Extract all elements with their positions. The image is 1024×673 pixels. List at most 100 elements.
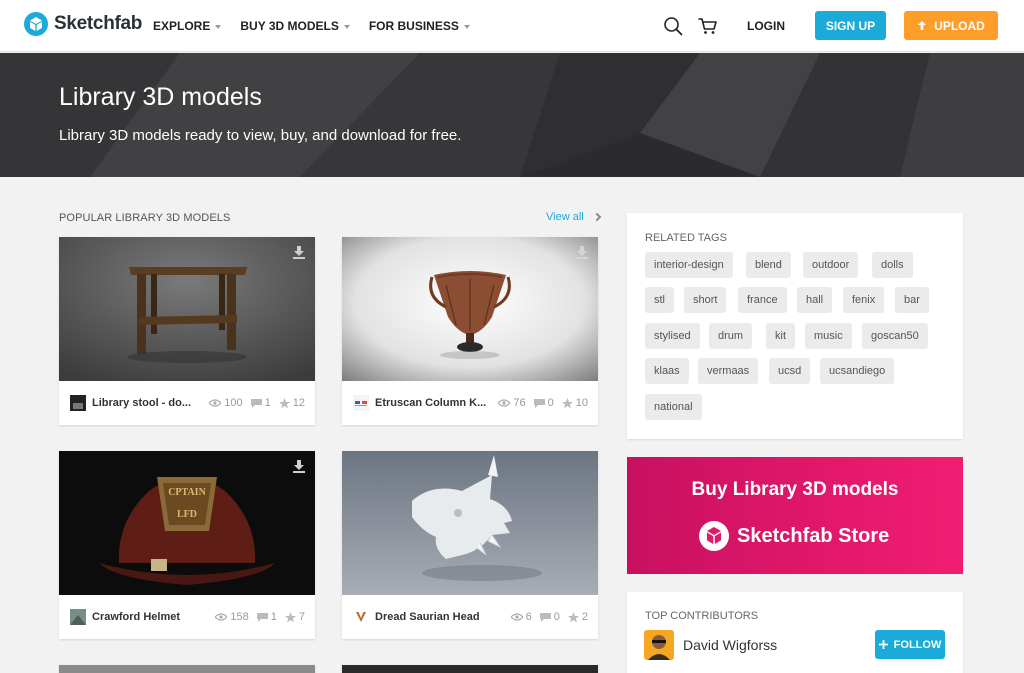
search-icon[interactable]	[662, 15, 684, 37]
author-avatar[interactable]	[353, 609, 369, 625]
store-brand-text: Sketchfab Store	[737, 524, 890, 547]
store-banner-title: Buy Library 3D models	[691, 479, 899, 500]
vase-thumbnail-image	[342, 237, 598, 381]
contributor-avatar[interactable]	[644, 630, 674, 660]
tag-chip[interactable]: goscan50	[862, 323, 928, 349]
tag-chip[interactable]: national	[645, 394, 702, 420]
tag-chip[interactable]: bar	[895, 287, 929, 313]
model-name[interactable]: Library stool - do...	[92, 397, 209, 409]
model-stats: 158 1 7	[215, 611, 305, 623]
model-card-partial[interactable]	[59, 665, 315, 673]
upload-button[interactable]: UPLOAD	[904, 11, 998, 40]
tag-chip[interactable]: hall	[797, 287, 833, 313]
model-card[interactable]: CPTAIN LFD Crawford Helmet 158 1 7	[59, 451, 315, 639]
tag-chip[interactable]: vermaas	[698, 358, 759, 384]
nav-buy-label: BUY 3D MODELS	[240, 19, 339, 33]
author-avatar[interactable]	[70, 609, 86, 625]
download-icon[interactable]	[292, 245, 306, 259]
comment-icon	[256, 612, 268, 622]
author-avatar[interactable]	[353, 395, 369, 411]
eye-icon	[498, 399, 511, 407]
comment-icon	[533, 398, 545, 408]
related-tags-panel: RELATED TAGS interior-design blend outdo…	[627, 213, 963, 439]
plus-icon	[878, 640, 888, 649]
tag-chip[interactable]: short	[684, 287, 727, 313]
tag-chip[interactable]: stl	[645, 287, 674, 313]
nav-explore-label: EXPLORE	[153, 19, 211, 33]
comment-count: 0	[533, 397, 554, 409]
helmet-thumbnail-image: CPTAIN LFD	[59, 451, 315, 595]
tag-chip[interactable]: outdoor	[803, 252, 859, 278]
model-thumbnail[interactable]: CPTAIN LFD	[59, 451, 315, 595]
tag-chip[interactable]: ucsd	[769, 358, 811, 384]
nav-buy-3d-models[interactable]: BUY 3D MODELS	[240, 19, 350, 33]
download-icon[interactable]	[292, 459, 306, 473]
comment-count: 1	[250, 397, 271, 409]
saurian-thumbnail-image	[342, 451, 598, 595]
related-tags-title: RELATED TAGS	[645, 232, 727, 244]
model-card-partial[interactable]	[342, 665, 598, 673]
tag-chip[interactable]: fenix	[843, 287, 885, 313]
model-name[interactable]: Crawford Helmet	[92, 611, 215, 623]
contributor-name[interactable]: David Wigforss	[683, 637, 777, 653]
chevron-right-icon	[592, 212, 601, 222]
download-icon[interactable]	[575, 245, 589, 259]
view-count-value: 158	[230, 611, 249, 623]
like-count-value: 7	[298, 611, 305, 623]
author-avatar[interactable]	[70, 395, 86, 411]
tag-chip[interactable]: ucsandiego	[820, 358, 895, 384]
tag-chip[interactable]: klaas	[645, 358, 689, 384]
top-contributors-panel: TOP CONTRIBUTORS David Wigforss FOLLOW	[627, 592, 963, 673]
star-icon	[278, 397, 290, 408]
store-banner[interactable]: Buy Library 3D models Sketchfab Store	[627, 457, 963, 574]
tag-chip[interactable]: interior-design	[645, 252, 733, 278]
comment-icon	[250, 398, 262, 408]
signup-button[interactable]: SIGN UP	[815, 11, 886, 40]
comment-count: 1	[256, 611, 277, 623]
top-navbar: Sketchfab EXPLORE BUY 3D MODELS FOR BUSI…	[0, 0, 1024, 52]
model-card[interactable]: Etruscan Column K... 76 0 10	[342, 237, 598, 425]
view-all-link[interactable]: View all	[546, 211, 601, 223]
page-title: Library 3D models	[59, 83, 262, 111]
view-count: 76	[498, 397, 526, 409]
sketchfab-logo[interactable]: Sketchfab	[24, 12, 142, 36]
tag-chip[interactable]: dolls	[872, 252, 913, 278]
comment-count: 0	[539, 611, 560, 623]
upload-arrow-icon	[918, 21, 927, 30]
tag-chip[interactable]: france	[738, 287, 787, 313]
card-footer: Dread Saurian Head 6 0 2	[342, 595, 598, 639]
chevron-down-icon	[215, 24, 222, 29]
like-count-value: 2	[581, 611, 588, 623]
tag-chip[interactable]: music	[805, 323, 852, 349]
star-icon	[561, 397, 573, 408]
stool-thumbnail-image	[59, 237, 315, 381]
model-card[interactable]: Dread Saurian Head 6 0 2	[342, 451, 598, 639]
model-name[interactable]: Dread Saurian Head	[375, 611, 511, 623]
tag-chip[interactable]: kit	[766, 323, 795, 349]
model-name[interactable]: Etruscan Column K...	[375, 397, 498, 409]
model-thumbnail[interactable]	[59, 237, 315, 381]
tag-chip[interactable]: blend	[746, 252, 791, 278]
like-count: 10	[561, 397, 588, 409]
like-count-value: 10	[575, 397, 588, 409]
comment-icon	[539, 612, 551, 622]
cart-icon[interactable]	[697, 15, 719, 37]
follow-button[interactable]: FOLLOW	[875, 630, 945, 659]
eye-icon	[510, 613, 523, 621]
model-card[interactable]: Library stool - do... 100 1 12	[59, 237, 315, 425]
tag-chip[interactable]: stylised	[645, 323, 700, 349]
nav-explore[interactable]: EXPLORE	[153, 19, 222, 33]
sketchfab-logo-icon	[24, 12, 48, 36]
model-stats: 76 0 10	[498, 397, 588, 409]
like-count: 12	[278, 397, 305, 409]
model-thumbnail[interactable]	[342, 237, 598, 381]
comment-count-value: 1	[264, 397, 271, 409]
nav-for-business[interactable]: FOR BUSINESS	[369, 19, 470, 33]
tag-chip[interactable]: drum	[709, 323, 753, 349]
login-link[interactable]: LOGIN	[747, 19, 785, 33]
eye-icon	[215, 613, 228, 621]
nav-business-label: FOR BUSINESS	[368, 19, 459, 33]
star-icon	[284, 611, 296, 622]
model-thumbnail[interactable]	[342, 451, 598, 595]
comment-count-value: 0	[553, 611, 560, 623]
